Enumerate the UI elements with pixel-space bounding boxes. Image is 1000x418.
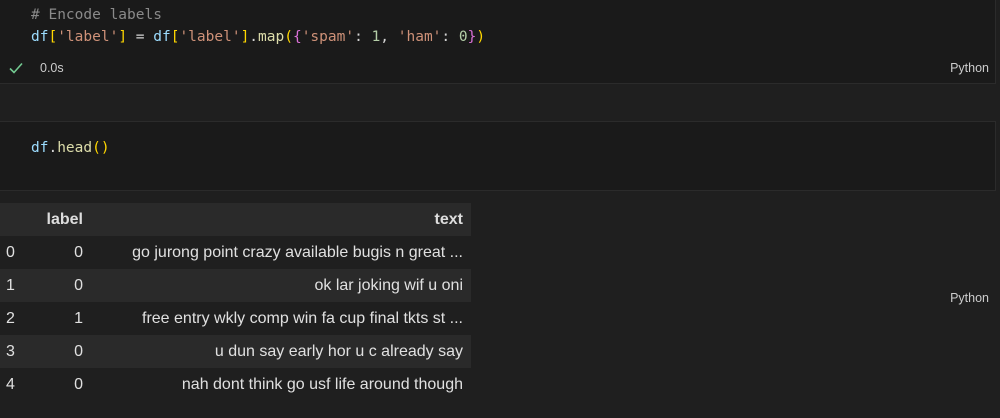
- row-index: 3: [6, 342, 15, 360]
- execution-status: 0.0s: [8, 58, 64, 78]
- row-text: u dun say early hor u c already say: [214, 342, 463, 360]
- table-row: 1 0 ok lar joking wif u oni: [0, 269, 471, 302]
- code-line: df['label'] = df['label'].map({'spam': 1…: [31, 26, 485, 48]
- row-index: 2: [6, 309, 15, 327]
- table-header-index: [0, 203, 36, 236]
- code-cell-encode-labels[interactable]: # Encode labels df['label'] = df['label']…: [0, 0, 996, 84]
- code-token: :: [354, 29, 372, 45]
- code-line: df.head(): [31, 137, 110, 159]
- code-token: 'spam': [301, 29, 355, 45]
- code-token: .: [48, 140, 58, 156]
- table-header-text: text: [434, 210, 463, 228]
- code-token: df: [31, 29, 49, 45]
- code-editor[interactable]: df.head(): [31, 137, 110, 159]
- row-label: 1: [74, 309, 83, 327]
- table-row: 3 0 u dun say early hor u c already say: [0, 335, 471, 368]
- code-token: 1: [371, 29, 381, 45]
- code-token: [: [48, 29, 58, 45]
- row-text: nah dont think go usf life around though: [181, 375, 463, 393]
- code-token: =: [127, 29, 154, 45]
- cell-language-button[interactable]: Python: [950, 291, 989, 305]
- code-token: ]: [240, 29, 250, 45]
- row-text: go jurong point crazy available bugis n …: [132, 243, 463, 261]
- table-row: 2 1 free entry wkly comp win fa cup fina…: [0, 302, 471, 335]
- code-token: df: [153, 29, 171, 45]
- table-row: 0 0 go jurong point crazy available bugi…: [0, 236, 471, 269]
- code-token: 0: [458, 29, 468, 45]
- row-label: 0: [74, 276, 83, 294]
- code-token: .: [249, 29, 259, 45]
- cell-language-button[interactable]: Python: [950, 61, 989, 75]
- execution-time: 0.0s: [40, 61, 64, 75]
- table-header-label: label: [46, 210, 83, 228]
- row-index: 0: [6, 243, 15, 261]
- code-token: map: [258, 29, 285, 45]
- code-token: 'ham': [397, 29, 442, 45]
- code-token: (: [284, 29, 293, 45]
- code-cell-head[interactable]: df.head() 0.0s Python: [0, 121, 996, 305]
- check-icon: [8, 60, 24, 76]
- row-text: free entry wkly comp win fa cup final tk…: [142, 309, 463, 327]
- code-token: {: [292, 29, 302, 45]
- dataframe-output-table: label text 0 0 go jurong point crazy ava…: [0, 203, 471, 401]
- code-token: # Encode labels: [31, 7, 162, 23]
- table-header-row: label text: [0, 203, 471, 236]
- row-index: 1: [6, 276, 15, 294]
- code-token: (): [92, 140, 110, 156]
- code-token: head: [57, 140, 93, 156]
- table-row: 4 0 nah dont think go usf life around th…: [0, 368, 471, 401]
- code-line: # Encode labels: [31, 4, 485, 26]
- row-text: ok lar joking wif u oni: [314, 276, 463, 294]
- row-index: 4: [6, 375, 15, 393]
- row-label: 0: [74, 243, 83, 261]
- code-token: ,: [380, 29, 398, 45]
- code-token: 'label': [57, 29, 119, 45]
- code-token: df: [31, 140, 49, 156]
- code-token: 'label': [179, 29, 241, 45]
- row-label: 0: [74, 375, 83, 393]
- row-label: 0: [74, 342, 83, 360]
- code-token: ]: [118, 29, 128, 45]
- code-token: ): [476, 29, 486, 45]
- code-editor[interactable]: # Encode labels df['label'] = df['label']…: [31, 4, 485, 48]
- code-token: :: [441, 29, 459, 45]
